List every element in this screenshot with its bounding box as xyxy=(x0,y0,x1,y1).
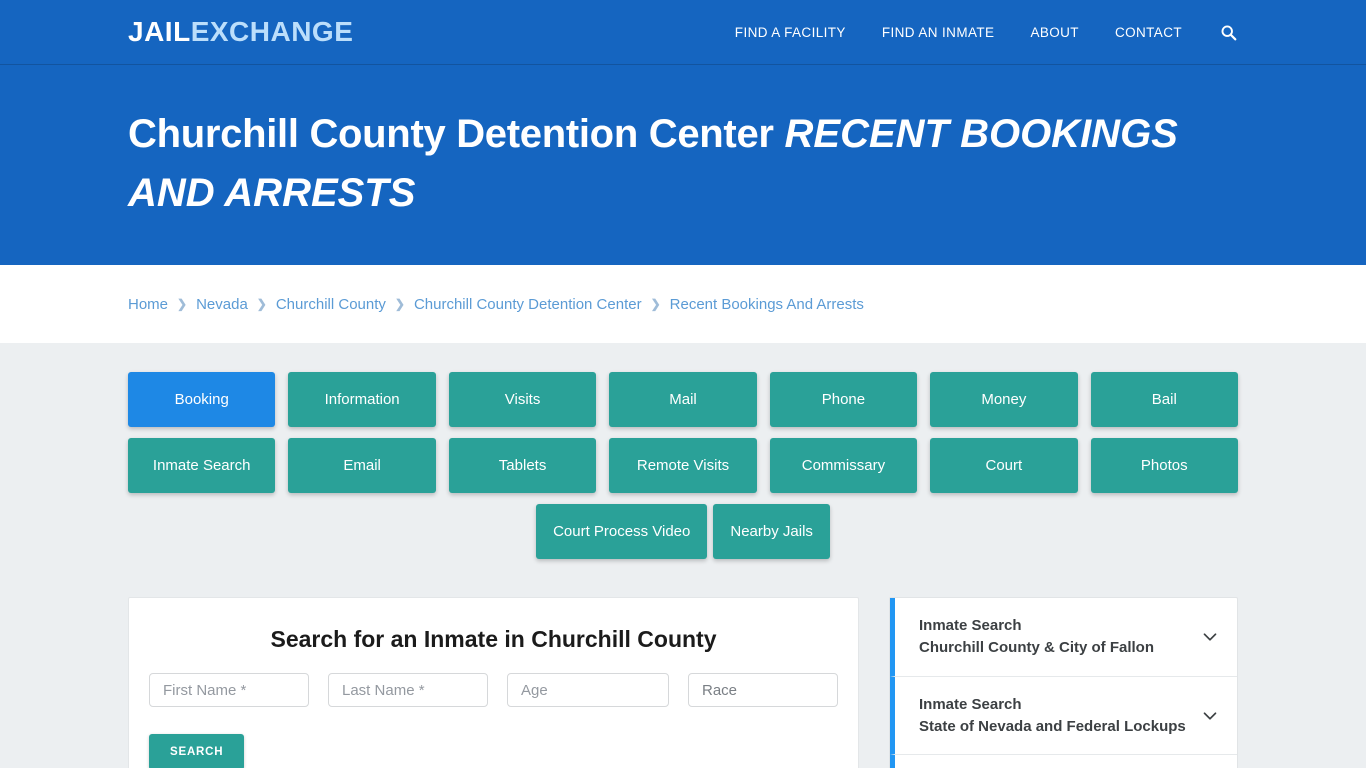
breadcrumb-bar: Home ❯ Nevada ❯ Churchill County ❯ Churc… xyxy=(0,265,1366,344)
tab-remote-visits[interactable]: Remote Visits xyxy=(609,438,757,494)
facility-tab-grid-row-3: Court Process Video Nearby Jails xyxy=(128,504,1238,560)
race-select[interactable]: Race xyxy=(688,673,838,708)
search-icon[interactable] xyxy=(1218,22,1238,42)
content-columns: Search for an Inmate in Churchill County… xyxy=(128,597,1238,768)
hero-banner: Churchill County Detention Center Recent… xyxy=(0,65,1366,266)
accordion-title-line2: State of Nevada and Federal Lockups xyxy=(919,717,1186,735)
breadcrumb-item-detention-center[interactable]: Churchill County Detention Center xyxy=(414,296,642,313)
tab-information[interactable]: Information xyxy=(288,372,436,428)
sidebar-accordion: Inmate Search Churchill County & City of… xyxy=(889,597,1238,768)
breadcrumb-item-home[interactable]: Home xyxy=(128,296,168,313)
site-logo[interactable]: JAILEXCHANGE xyxy=(128,18,353,46)
tab-tablets[interactable]: Tablets xyxy=(448,438,597,494)
tab-court[interactable]: Court xyxy=(930,438,1078,494)
main-content: Booking Information Visits Mail Phone Mo… xyxy=(0,343,1366,768)
accordion-title-line1: Inmate Search xyxy=(919,617,1022,635)
facility-tab-grid-row-2: Inmate Search Email Tablets Remote Visit… xyxy=(128,438,1238,494)
accordion-text: Inmate Search State of Nevada and Federa… xyxy=(919,694,1189,738)
breadcrumb: Home ❯ Nevada ❯ Churchill County ❯ Churc… xyxy=(128,296,864,313)
accordion-text: Inmate Search Churchill County & City of… xyxy=(919,615,1189,659)
tab-money[interactable]: Money xyxy=(930,372,1078,428)
top-navigation-bar: JAILEXCHANGE FIND A FACILITY FIND AN INM… xyxy=(0,0,1366,65)
chevron-down-icon[interactable] xyxy=(1199,705,1221,727)
breadcrumb-separator-icon: ❯ xyxy=(650,297,661,312)
nav-item-about[interactable]: ABOUT xyxy=(1030,25,1079,40)
page-title-main: Churchill County Detention Center xyxy=(128,112,774,156)
tab-phone[interactable]: Phone xyxy=(769,372,918,428)
last-name-input[interactable] xyxy=(328,673,488,708)
accordion-item-inmate-search-state[interactable]: Inmate Search State of Nevada and Federa… xyxy=(890,676,1237,756)
chevron-down-icon[interactable] xyxy=(1199,626,1221,648)
nav-item-find-an-inmate[interactable]: FIND AN INMATE xyxy=(882,25,995,40)
breadcrumb-separator-icon: ❯ xyxy=(256,297,267,312)
tab-email[interactable]: Email xyxy=(288,438,436,494)
breadcrumb-item-nevada[interactable]: Nevada xyxy=(196,296,248,313)
page-title: Churchill County Detention Center Recent… xyxy=(128,105,1238,223)
accordion-title-line1: Inmate Search xyxy=(919,695,1022,713)
tab-nearby-jails[interactable]: Nearby Jails xyxy=(713,504,830,560)
tab-mail[interactable]: Mail xyxy=(609,372,757,428)
search-form-row: Race xyxy=(149,673,838,708)
tab-bail[interactable]: Bail xyxy=(1090,372,1238,428)
breadcrumb-separator-icon: ❯ xyxy=(177,297,188,312)
logo-text-jail: JAIL xyxy=(128,16,191,47)
accordion-item-inmate-search-county[interactable]: Inmate Search Churchill County & City of… xyxy=(890,598,1237,677)
nav-item-contact[interactable]: CONTACT xyxy=(1115,25,1182,40)
facility-tab-grid-row-1: Booking Information Visits Mail Phone Mo… xyxy=(128,372,1238,428)
logo-text-exchange: EXCHANGE xyxy=(190,16,354,47)
tab-commissary[interactable]: Commissary xyxy=(769,438,918,494)
tab-inmate-search[interactable]: Inmate Search xyxy=(128,438,276,494)
nav-item-find-a-facility[interactable]: FIND A FACILITY xyxy=(735,25,846,40)
breadcrumb-item-churchill-county[interactable]: Churchill County xyxy=(276,296,386,313)
tab-visits[interactable]: Visits xyxy=(448,372,597,428)
tab-photos[interactable]: Photos xyxy=(1090,438,1238,494)
first-name-input[interactable] xyxy=(149,673,309,708)
tab-court-process-video[interactable]: Court Process Video xyxy=(536,504,708,560)
search-card-heading: Search for an Inmate in Churchill County xyxy=(270,626,717,653)
breadcrumb-separator-icon: ❯ xyxy=(394,297,405,312)
accordion-item-contact-information[interactable]: Churchill County Detention Center Contac… xyxy=(890,755,1237,768)
tab-booking[interactable]: Booking xyxy=(128,372,276,428)
accordion-title-line2: Churchill County & City of Fallon xyxy=(919,639,1154,657)
inmate-search-card: Search for an Inmate in Churchill County… xyxy=(128,597,859,768)
age-input[interactable] xyxy=(507,673,669,708)
main-nav: FIND A FACILITY FIND AN INMATE ABOUT CON… xyxy=(735,22,1238,42)
breadcrumb-item-recent-bookings[interactable]: Recent Bookings And Arrests xyxy=(670,296,864,313)
search-submit-button[interactable]: SEARCH xyxy=(149,734,245,768)
